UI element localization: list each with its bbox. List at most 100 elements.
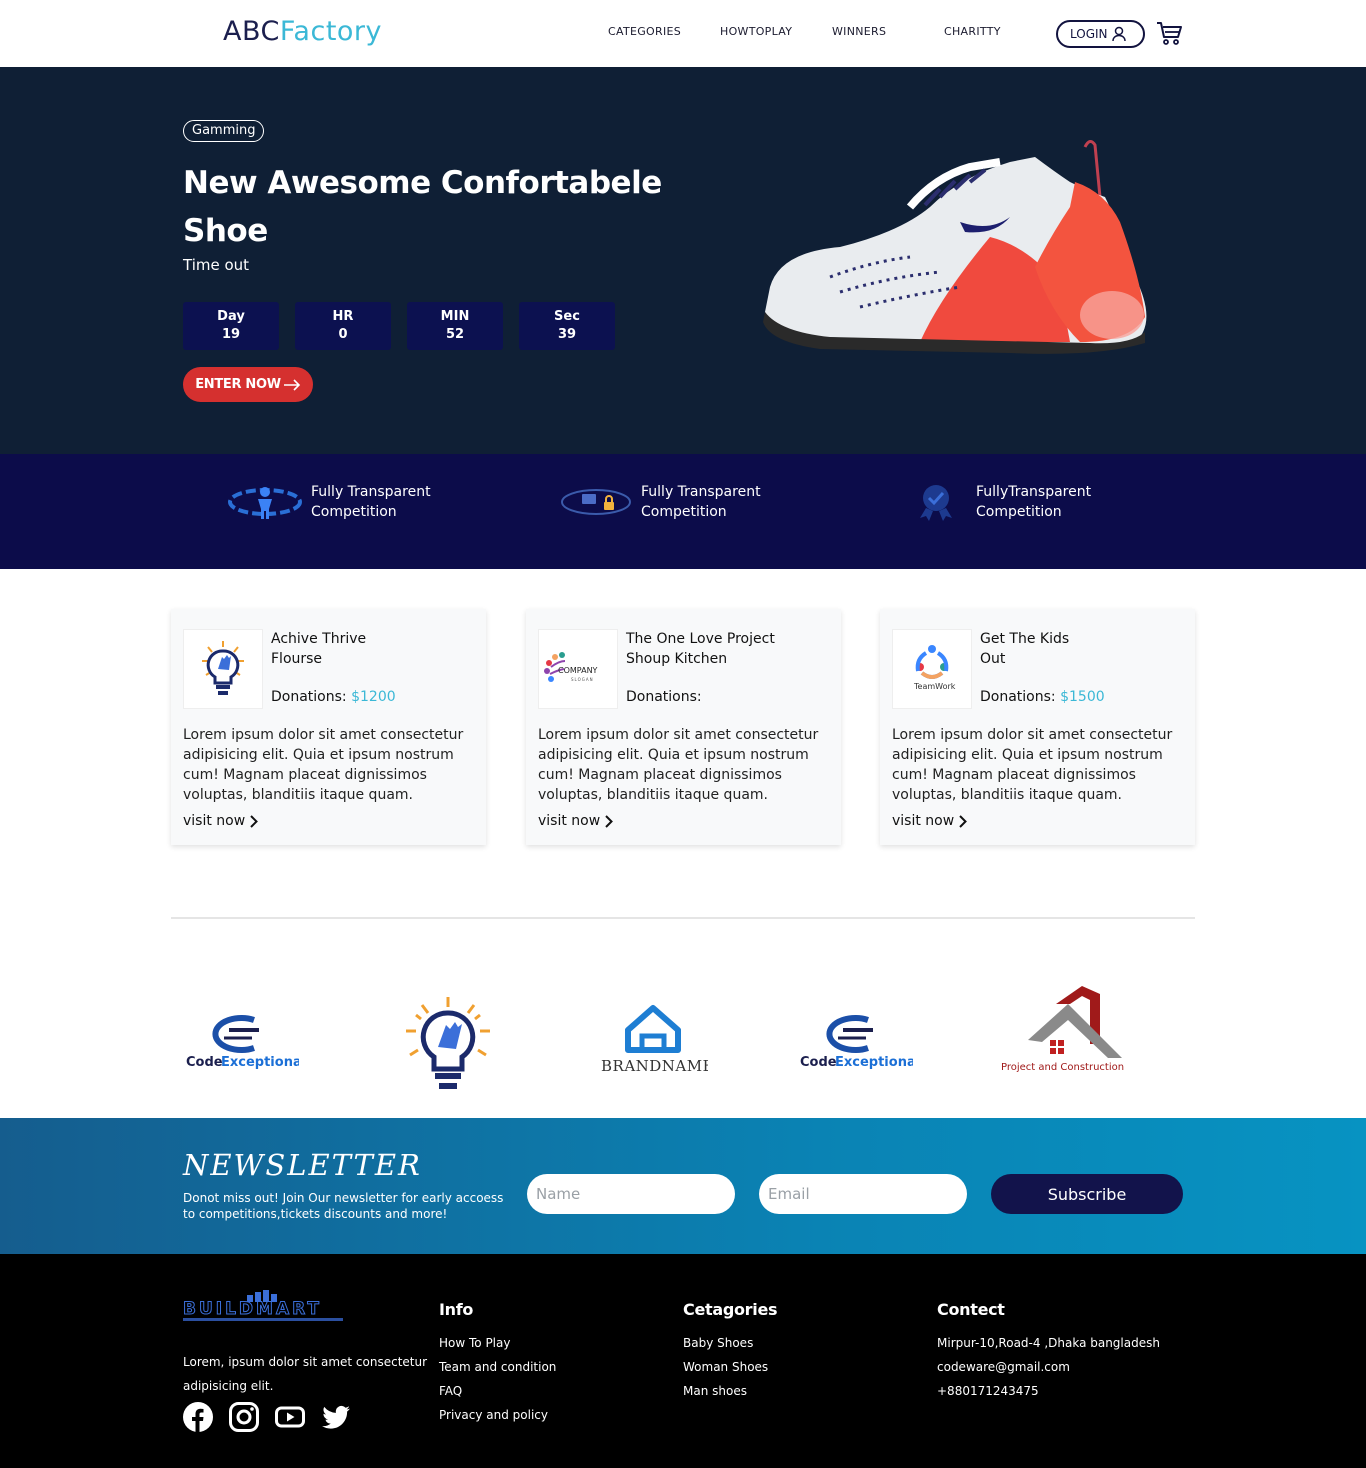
nav-winners[interactable]: WINNERS (832, 25, 886, 38)
card-donations: Donations: (626, 689, 702, 705)
construction-text: Project and Construction (1001, 1062, 1124, 1073)
contact-email[interactable]: codeware@gmail.com (937, 1355, 1160, 1379)
teamwork-logo-text: TeamWork (913, 682, 956, 691)
sponsor-logo-codeexceptional: Code Exceptional (186, 1015, 299, 1070)
card-donations: Donations: $1200 (271, 689, 396, 705)
countdown-min: MIN 52 (407, 302, 503, 350)
donations-amount: $1200 (351, 689, 396, 705)
social-links (183, 1402, 351, 1432)
buildmart-logo[interactable]: BUILDMART (183, 1290, 345, 1324)
card-donations: Donations: $1500 (980, 689, 1105, 705)
feature-subtitle: Competition (641, 504, 727, 520)
footer-contact-column: Contect Mirpur-10,Road-4 ,Dhaka banglade… (937, 1300, 1160, 1403)
instagram-icon[interactable] (229, 1402, 259, 1432)
teamwork-icon: TeamWork (913, 645, 956, 691)
countdown-hour: HR 0 (295, 302, 391, 350)
login-button[interactable]: LOGIN (1056, 20, 1145, 48)
feature-title: Fully Transparent (311, 484, 431, 500)
card-title-line: Achive Thrive (271, 631, 367, 647)
newsletter-section: NEWSLETTER Donot miss out! Join Our news… (0, 1118, 1366, 1254)
hero-title: New Awesome Confortabele Shoe (183, 165, 662, 249)
footer-info-title: Info (439, 1300, 474, 1319)
footer-link-privacy[interactable]: Privacy and policy (439, 1403, 556, 1427)
sponsor-logo-lightbulb (406, 997, 490, 1089)
contact-phone[interactable]: +880171243475 (937, 1379, 1160, 1403)
donations-label: Donations: (271, 689, 347, 705)
card-title-line: Flourse (271, 651, 323, 667)
donations-label: Donations: (980, 689, 1056, 705)
countdown-label: Day (217, 309, 245, 324)
nav-categories[interactable]: CATEGORIES (608, 25, 681, 38)
visit-now-link[interactable]: visit now (538, 813, 614, 829)
shoe-image (763, 140, 1147, 354)
site-logo[interactable]: ABCFactory (223, 16, 382, 47)
charity-card: COMPANY SLOGAN The One Love Project Shoup… (526, 609, 841, 845)
feature-item: Fully Transparent Competition (560, 482, 781, 522)
visit-now-link[interactable]: visit now (892, 813, 968, 829)
footer-link-how-to-play[interactable]: How To Play (439, 1331, 556, 1355)
feature-subtitle: Competition (311, 504, 397, 520)
countdown: Day 19 HR 0 MIN 52 Sec 39 (183, 302, 615, 350)
footer-link-faq[interactable]: FAQ (439, 1379, 556, 1403)
footer-contact-title: Contect (937, 1300, 1005, 1319)
person-ring-icon (228, 487, 302, 519)
site-header: ABCFactory CATEGORIES HOWTOPLAY WINNERS … (0, 0, 1366, 67)
timeout-label: Time out (183, 256, 250, 274)
name-input[interactable] (527, 1174, 735, 1214)
card-title-line: The One Love Project (626, 631, 775, 647)
footer-link-terms[interactable]: Team and condition (439, 1355, 556, 1379)
company-logo-slogan: SLOGAN (571, 677, 594, 682)
countdown-value: 39 (557, 327, 577, 342)
enter-now-button[interactable]: ENTER NOW (183, 367, 313, 402)
donations-label: Donations: (626, 689, 702, 705)
countdown-value: 19 (221, 327, 241, 342)
countdown-sec: Sec 39 (519, 302, 615, 350)
card-title-line: Get The Kids (980, 631, 1070, 647)
visit-now-label: visit now (538, 813, 601, 829)
newsletter-title: NEWSLETTER (183, 1148, 422, 1182)
charity-card: TeamWork Get The Kids Out Donations: $150… (880, 609, 1195, 845)
twitter-icon[interactable] (321, 1402, 351, 1432)
secure-lock-icon (561, 489, 631, 515)
card-logo: COMPANY SLOGAN (538, 629, 618, 709)
countdown-day: Day 19 (183, 302, 279, 350)
category-badge: Gamming (183, 120, 265, 142)
visit-now-label: visit now (892, 813, 955, 829)
login-label: LOGIN (1070, 27, 1108, 41)
hero-section: Gamming New Awesome Confortabele Shoe Ti… (0, 67, 1366, 454)
card-logo (183, 629, 263, 709)
nav-howtoplay[interactable]: HOWTOPLAY (720, 25, 792, 38)
countdown-value: 52 (445, 327, 465, 342)
card-description: Lorem ipsum dolor sit amet consectetur a… (892, 727, 1173, 803)
visit-now-label: visit now (183, 813, 246, 829)
footer-link-man-shoes[interactable]: Man shoes (683, 1379, 777, 1403)
subscribe-button[interactable]: Subscribe (991, 1174, 1183, 1214)
contact-address: Mirpur-10,Road-4 ,Dhaka bangladesh (937, 1336, 1160, 1350)
card-description: Lorem ipsum dolor sit amet consectetur a… (538, 727, 819, 803)
newsletter-description: Donot miss out! Join Our newsletter for … (183, 1191, 504, 1221)
nav-charity[interactable]: CHARITTY (944, 25, 1001, 38)
visit-now-link[interactable]: visit now (183, 813, 259, 829)
youtube-icon[interactable] (275, 1402, 305, 1432)
countdown-label: HR (332, 309, 354, 324)
facebook-icon[interactable] (183, 1402, 213, 1432)
exceptional-text: Exceptional (221, 1055, 299, 1070)
feature-subtitle: Competition (976, 504, 1062, 520)
sponsor-logo-brandname: BRANDNAME (601, 1005, 708, 1075)
feature-title: Fully Transparent (641, 484, 761, 500)
cart-icon[interactable] (1156, 20, 1183, 47)
footer-link-baby-shoes[interactable]: Baby Shoes (683, 1331, 777, 1355)
buildmart-text: BUILDMART (183, 1299, 322, 1319)
sponsor-logo-codeexceptional: Code Exceptional (800, 1015, 913, 1070)
footer-about: Lorem, ipsum dolor sit amet consectetur … (183, 1355, 428, 1393)
card-logo: TeamWork (892, 629, 972, 709)
section-divider (171, 917, 1195, 919)
email-input[interactable] (759, 1174, 967, 1214)
countdown-label: Sec (554, 309, 580, 324)
footer-link-woman-shoes[interactable]: Woman Shoes (683, 1355, 777, 1379)
feature-item: FullyTransparent Competition (908, 482, 1116, 522)
features-bar: Fully Transparent Competition Fully Trans… (0, 454, 1366, 569)
enter-now-label: ENTER NOW (195, 377, 281, 392)
exceptional-text: Exceptional (835, 1055, 913, 1070)
chevron-right-icon (250, 814, 259, 828)
